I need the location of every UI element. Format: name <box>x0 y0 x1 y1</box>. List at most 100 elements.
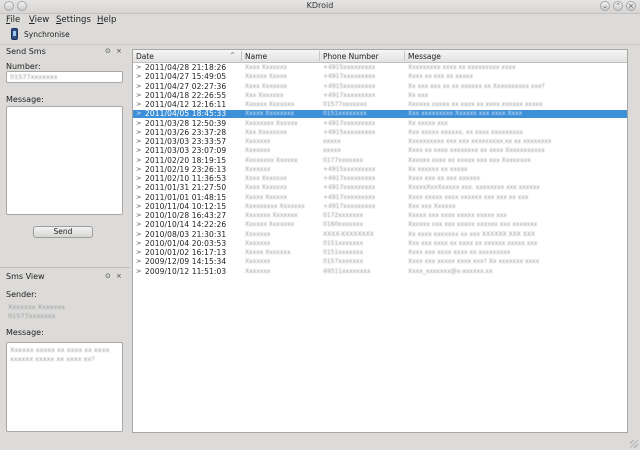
table-row[interactable]: >2010/10/14 14:22:26 Xxxxxx Xxxxxxx 0160xx… <box>133 220 627 229</box>
table-row[interactable]: >2010/11/04 10:12:15 Xxxxxxxxx Xxxxxxx +49… <box>133 201 627 211</box>
table-row[interactable]: >2011/04/12 12:16:11 Xxxxxx Xxxxxxx 01577x… <box>133 100 627 109</box>
row-name: Xxxxxxx Xxxxxxx <box>245 212 298 219</box>
menu-help[interactable]: Help <box>97 15 116 25</box>
menu-view[interactable]: View <box>29 15 49 25</box>
message-label: Message: <box>6 95 44 104</box>
row-date: 2011/02/10 11:36:53 <box>145 174 227 183</box>
expand-icon[interactable]: > <box>136 211 141 219</box>
expand-icon[interactable]: > <box>136 202 141 210</box>
expand-icon[interactable]: > <box>136 193 141 201</box>
table-row[interactable]: >2011/02/20 18:19:15 Xxxxxxxx Xxxxxx 0177x… <box>133 156 627 165</box>
table-row[interactable]: >2011/01/01 01:48:15 Xxxxx Xxxxxx +4917xxx… <box>133 192 627 202</box>
table-row[interactable]: >2011/03/03 23:07:09 Xxxxxxx xxxxx Xxxx xx … <box>133 146 627 155</box>
expand-icon[interactable]: > <box>136 100 141 108</box>
expand-icon[interactable]: > <box>136 183 141 191</box>
row-message: Xxxxxx xxx xxx xxxxx xxxxxx xxx xxxxxxx <box>408 221 538 229</box>
expand-icon[interactable]: > <box>136 230 141 238</box>
expand-icon[interactable]: > <box>136 156 141 164</box>
column-date[interactable]: Date <box>136 52 154 61</box>
row-name: Xxxxxxxx Xxxxxx <box>245 156 298 164</box>
row-phone: 0172xxxxxxx <box>323 212 364 219</box>
table-row[interactable]: >2011/01/31 21:27:50 Xxxx Xxxxxxx +4917xxx… <box>133 183 627 192</box>
row-date: 2010/01/02 16:17:13 <box>145 248 227 257</box>
column-name[interactable]: Name <box>245 52 267 61</box>
table-row[interactable]: >2011/03/28 12:50:39 Xxxxxxxx Xxxxxx +4917… <box>133 119 627 128</box>
expand-icon[interactable]: > <box>136 128 141 136</box>
expand-icon[interactable]: > <box>136 109 141 117</box>
float-icon[interactable]: ⊙ <box>105 47 111 55</box>
expand-icon[interactable]: > <box>136 72 141 80</box>
table-row[interactable]: >2010/08/03 21:30:31 Xxxxxxx XXXX-XXXXXXXX… <box>133 230 627 239</box>
send-button[interactable]: Send <box>33 226 93 238</box>
table-row[interactable]: >2011/03/03 23:33:57 Xxxxxxx xxxxx Xxxxxxxx… <box>133 137 627 146</box>
table-row[interactable]: >2011/04/28 21:18:26 Xxxx Xxxxxxx +4915xxx… <box>133 63 627 72</box>
row-name: Xxxxxxx <box>245 230 271 238</box>
sms-view-dock: Sms View ⊙ × Sender: Xxxxxxx Xxxxxxx 015… <box>2 272 126 434</box>
toolbar-separator <box>0 44 640 45</box>
expand-icon[interactable]: > <box>136 248 141 256</box>
maximize-icon[interactable]: ⌃ <box>613 1 623 11</box>
dock-close-icon[interactable]: × <box>116 47 122 55</box>
expand-icon[interactable]: > <box>136 63 141 71</box>
table-row[interactable]: >2011/04/27 15:49:05 Xxxxxx Xxxxx +4917xxx… <box>133 72 627 81</box>
message-textarea[interactable] <box>6 106 123 215</box>
expand-icon[interactable]: > <box>136 239 141 247</box>
expand-icon[interactable]: > <box>136 146 141 154</box>
expand-icon[interactable]: > <box>136 82 141 90</box>
row-message: Xxx xxxxxxxxx Xxxxxx xxx xxxx Xxxx <box>408 110 523 118</box>
row-message: Xxxxx xxx xxxx xxxxx xxxxx xxx <box>408 212 507 219</box>
minimize-icon[interactable]: ⌄ <box>600 1 610 11</box>
table-row[interactable]: >2009/12/09 14:15:34 Xxxxxxx 0157xxxxxxx Xx… <box>133 257 627 266</box>
expand-icon[interactable]: > <box>136 137 141 145</box>
column-message[interactable]: Message <box>408 52 441 61</box>
expand-icon[interactable]: > <box>136 257 141 265</box>
table-row[interactable]: >2011/02/10 11:36:53 Xxxx Xxxxxxx +4917xxx… <box>133 174 627 183</box>
view-message-box[interactable]: Xxxxxx xxxxx xx xxxx xx xxxx xxxxxx xxxx… <box>6 342 123 432</box>
synchronise-button[interactable]: Synchronise <box>4 27 70 42</box>
row-message: Xx xxx xxx xx xx xxxxxx xx Xxxxxxxxxx xx… <box>408 82 545 90</box>
row-message: Xxxxxx xxxx xx xxxxx xxx xxx Xxxxxxxx <box>408 156 531 164</box>
table-row[interactable]: >2009/10/12 11:51:03 Xxxxxxx 49511xxxxxxxx… <box>133 266 627 276</box>
row-message: Xxx xxx xxxx xx xxxx xx xxxxxx xxxxx xxx <box>408 239 538 247</box>
row-message: Xxx xxxxx xxxxxx, xx xxxx xxxxxxxxx <box>408 128 523 136</box>
table-row[interactable]: >2011/03/26 23:37:28 Xxx Xxxxxxxx +4915xxx… <box>133 128 627 137</box>
dock-close-icon[interactable]: × <box>116 272 122 280</box>
row-date: 2011/04/28 21:18:26 <box>145 63 227 72</box>
menu-bar: File View Settings Help <box>0 14 640 27</box>
number-field[interactable]: 01577xxxxxxx <box>6 71 123 83</box>
float-icon[interactable]: ⊙ <box>105 272 111 280</box>
expand-icon[interactable]: > <box>136 267 141 275</box>
row-name: Xxxxxxx <box>245 258 271 266</box>
expand-icon[interactable]: > <box>136 165 141 173</box>
expand-icon[interactable]: > <box>136 91 141 99</box>
menu-settings[interactable]: Settings <box>56 15 91 25</box>
row-date: 2010/11/04 10:12:15 <box>145 201 227 211</box>
dock-divider[interactable] <box>0 267 130 270</box>
expand-icon[interactable]: > <box>136 220 141 228</box>
column-phone[interactable]: Phone Number <box>323 52 379 61</box>
message-list[interactable]: Date ^ Name Phone Number Message >2011/0… <box>132 49 628 433</box>
toolbar: Synchronise <box>0 27 640 44</box>
expand-icon[interactable]: > <box>136 174 141 182</box>
menu-file[interactable]: File <box>6 15 20 25</box>
row-phone: 0151xxxxxxx <box>323 249 364 256</box>
resize-grip-icon[interactable] <box>630 440 638 448</box>
table-row[interactable]: >2010/01/04 20:03:53 Xxxxxxx 0151xxxxxxx Xx… <box>133 239 627 248</box>
row-name: Xxxxxxxxx Xxxxxxx <box>245 202 305 210</box>
table-row[interactable]: >2011/02/19 23:26:13 Xxxxxxx +4915xxxxxxxx… <box>133 165 627 174</box>
row-date: 2009/10/12 11:51:03 <box>145 266 227 276</box>
send-sms-dock-header: Send Sms ⊙ × <box>2 47 126 58</box>
row-name: Xxxxxxx <box>245 267 271 275</box>
sort-ascending-icon: ^ <box>230 52 236 59</box>
close-icon[interactable]: × <box>626 1 636 11</box>
table-row[interactable]: >2011/04/27 02:27:36 Xxxx Xxxxxxx +4915xxx… <box>133 82 627 91</box>
row-message: Xxxx xxx xxxxx xxxx xxx? Xx xxxxxxx xxxx <box>408 258 540 266</box>
expand-icon[interactable]: > <box>136 119 141 127</box>
table-row[interactable]: >2010/10/28 16:43:27 Xxxxxxx Xxxxxxx 0172x… <box>133 211 627 220</box>
table-row[interactable]: >2011/04/05 18:45:33 Xxxxx Xxxxxxxx 0151xx… <box>133 109 627 119</box>
row-message: Xxxx xxx xxxx xxxx xx xxxxxxxxx <box>408 249 511 256</box>
row-message: XxxxxXxxXxxxxx xxx. xxxxxxxx xxx xxxxxx <box>408 184 540 192</box>
table-row[interactable]: >2010/01/02 16:17:13 Xxxxx Xxxxxxx 0151xxx… <box>133 248 627 257</box>
table-row[interactable]: >2011/04/18 22:26:55 Xxx Xxxxxxx +4917xxxx… <box>133 91 627 100</box>
row-date: 2011/01/01 01:48:15 <box>145 192 227 202</box>
